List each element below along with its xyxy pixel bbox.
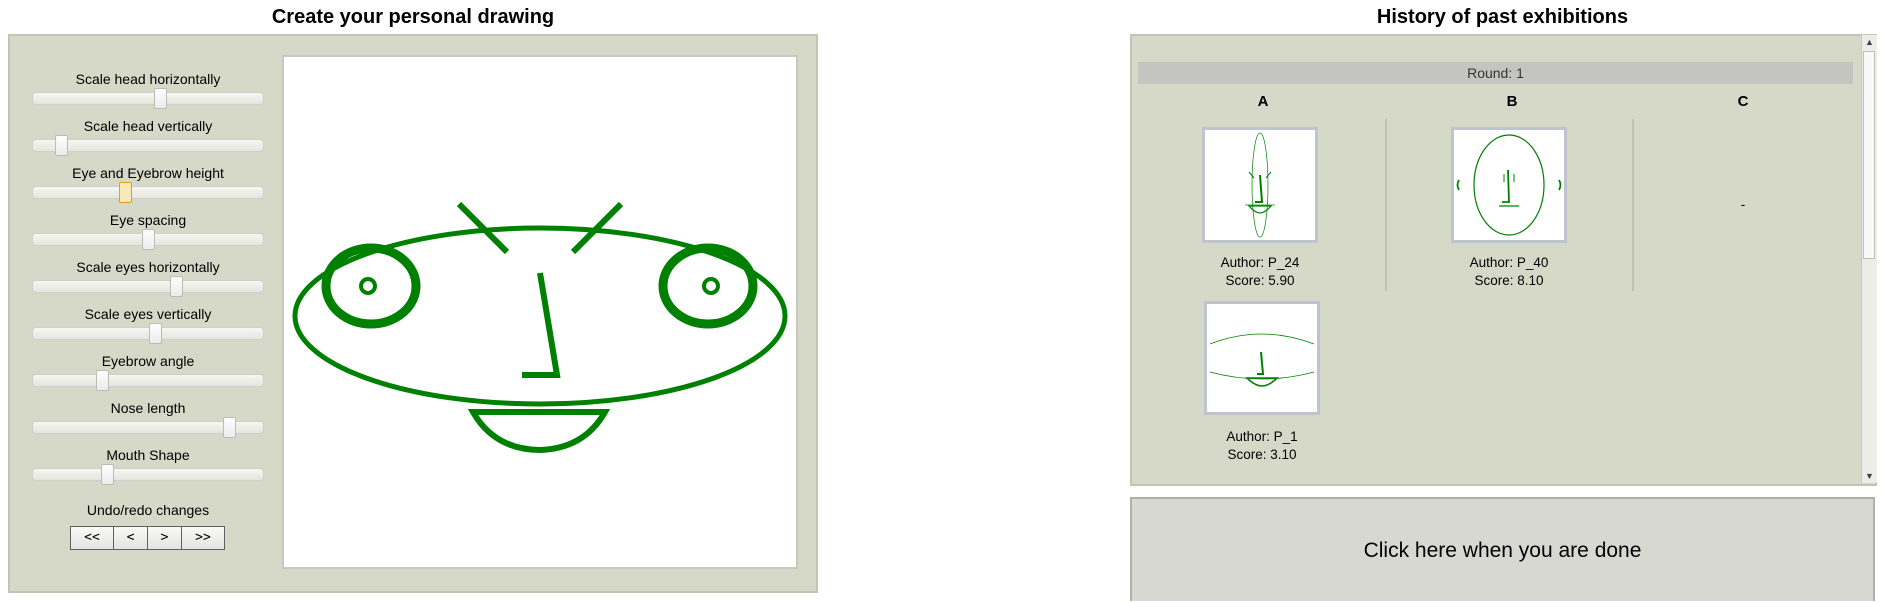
slider-label: Nose length	[110, 400, 186, 416]
slider-label: Eye and Eyebrow height	[72, 165, 224, 181]
slider-thumb[interactable]	[119, 182, 132, 203]
slider-thumb[interactable]	[153, 88, 167, 109]
face-right-pupil	[702, 277, 720, 295]
slider-thumb[interactable]	[100, 464, 114, 485]
slider-row: Eye and Eyebrow height	[32, 164, 264, 211]
face-mouth	[467, 409, 611, 454]
slider-label: Scale head vertically	[83, 118, 213, 134]
slider-track[interactable]	[32, 464, 264, 485]
done-button[interactable]: Click here when you are done	[1130, 497, 1875, 601]
slider-row: Scale eyes horizontally	[32, 258, 264, 305]
slider-row: Mouth Shape	[32, 446, 264, 493]
slider-thumb[interactable]	[169, 276, 183, 297]
slider-row: Eye spacing	[32, 211, 264, 258]
exhibit-face-drawing	[1245, 132, 1275, 238]
scroll-thumb[interactable]	[1863, 51, 1875, 259]
slider-track[interactable]	[32, 135, 264, 156]
exhibit-thumbnail[interactable]	[1204, 301, 1320, 415]
slider-thumb[interactable]	[148, 323, 162, 344]
slider-thumb[interactable]	[96, 370, 109, 391]
scroll-down-icon[interactable]: ▼	[1862, 469, 1877, 483]
exhibit-face-drawing	[1456, 134, 1562, 236]
slider-label: Scale head horizontally	[75, 71, 221, 87]
face-left-pupil	[359, 277, 377, 295]
slider-thumb[interactable]	[54, 135, 68, 156]
undo-all-button[interactable]: <<	[70, 526, 114, 550]
exhibit-thumbnail[interactable]	[1202, 127, 1318, 243]
history-title: History of past exhibitions	[1376, 6, 1629, 28]
column-header-b: B	[1506, 93, 1518, 110]
slider-label: Mouth Shape	[106, 447, 190, 463]
exhibit-author: Author: P_1	[1226, 429, 1298, 444]
face-left-eye	[321, 243, 421, 329]
slider-row: Scale eyes vertically	[32, 305, 264, 352]
round-header: Round: 1	[1138, 62, 1853, 84]
exhibit-face-drawing	[1209, 333, 1315, 387]
slider-track[interactable]	[32, 276, 264, 297]
slider-row: Scale head vertically	[32, 117, 264, 164]
slider-track[interactable]	[32, 370, 264, 391]
column-separator	[1632, 119, 1634, 291]
face-drawing	[292, 201, 788, 454]
undo-redo-label: Undo/redo changes	[86, 502, 210, 518]
slider-row: Eyebrow angle	[32, 352, 264, 399]
exhibit-thumbnail[interactable]	[1451, 127, 1567, 243]
scroll-up-icon[interactable]: ▲	[1862, 35, 1877, 49]
slider-track[interactable]	[32, 323, 264, 344]
drawing-title: Create your personal drawing	[271, 6, 555, 28]
redo-all-button[interactable]: >>	[181, 526, 225, 550]
slider-controls: Scale head horizontally Scale head vertic…	[32, 70, 264, 493]
slider-thumb[interactable]	[222, 417, 236, 438]
slider-track[interactable]	[32, 182, 264, 203]
slider-label: Scale eyes vertically	[84, 306, 212, 322]
slider-track[interactable]	[32, 417, 264, 438]
face-nose	[522, 272, 561, 378]
redo-button[interactable]: >	[147, 526, 182, 550]
empty-slot-marker: -	[1740, 197, 1746, 212]
exhibit-author: Author: P_40	[1469, 255, 1549, 270]
history-scrollbar[interactable]: ▲ ▼	[1861, 35, 1877, 483]
slider-row: Nose length	[32, 399, 264, 446]
column-separator	[1385, 119, 1387, 291]
exhibit-score: Score: 3.10	[1227, 447, 1297, 462]
face-right-eye	[658, 243, 758, 329]
undo-button[interactable]: <	[113, 526, 148, 550]
undo-redo-buttons: << < > >>	[70, 526, 225, 550]
column-header-c: C	[1737, 93, 1749, 110]
exhibit-score: Score: 5.90	[1225, 273, 1295, 288]
slider-label: Scale eyes horizontally	[76, 259, 220, 275]
slider-track[interactable]	[32, 88, 264, 109]
exhibit-score: Score: 8.10	[1474, 273, 1544, 288]
slider-thumb[interactable]	[142, 229, 155, 250]
slider-label: Eye spacing	[109, 212, 187, 228]
slider-label: Eyebrow angle	[101, 353, 195, 369]
column-header-a: A	[1257, 93, 1269, 110]
exhibit-author: Author: P_24	[1220, 255, 1300, 270]
slider-row: Scale head horizontally	[32, 70, 264, 117]
drawing-canvas[interactable]	[282, 55, 798, 569]
slider-track[interactable]	[32, 229, 264, 250]
